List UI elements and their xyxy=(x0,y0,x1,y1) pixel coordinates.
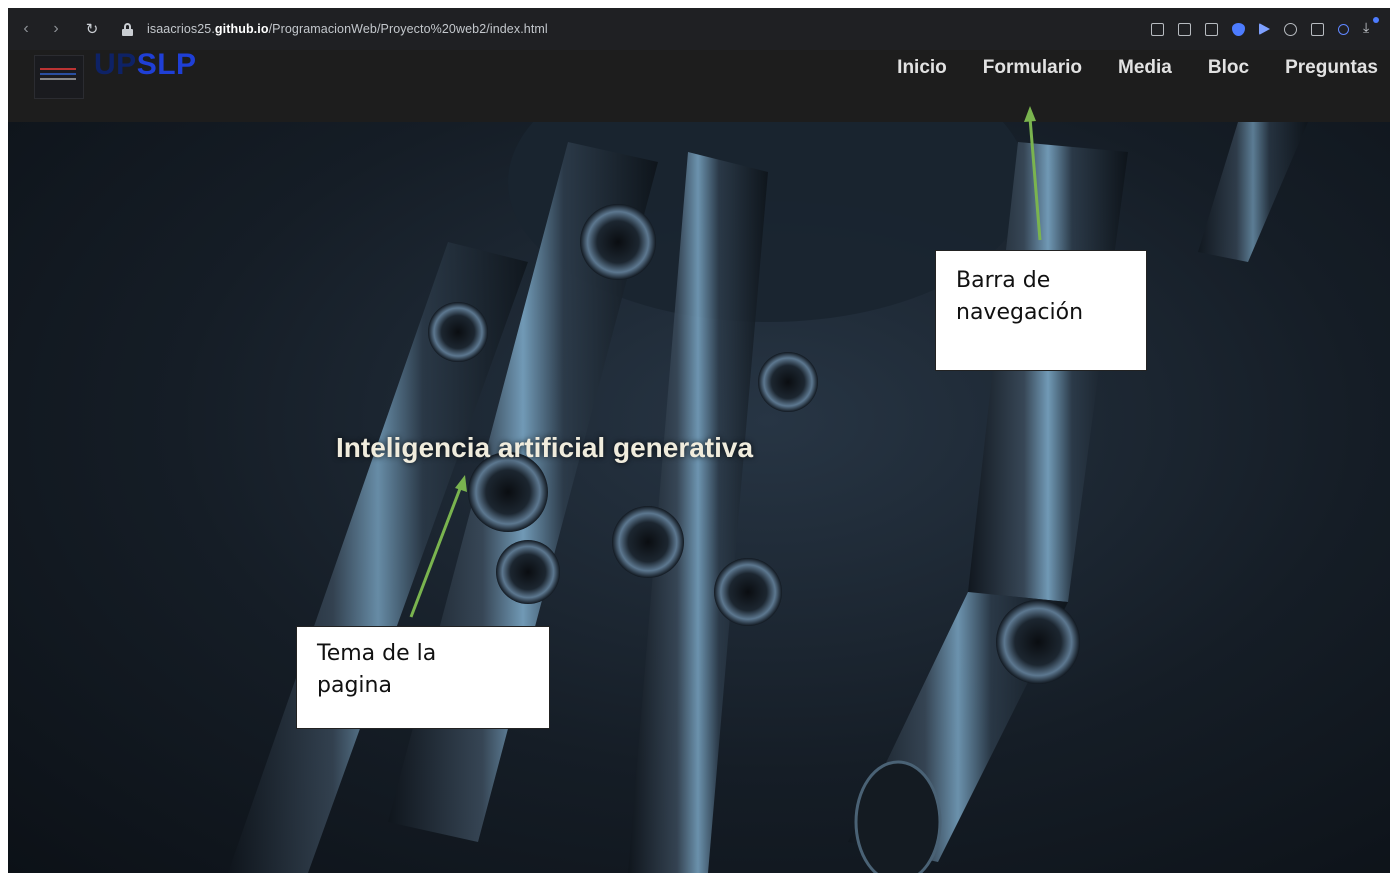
annotation-navbar-line1: Barra de xyxy=(956,268,1051,293)
brand-slp: SLP xyxy=(136,50,197,81)
heart-icon[interactable] xyxy=(1284,22,1297,36)
extension-toolbar xyxy=(1151,8,1379,50)
nav-link-preguntas[interactable]: Preguntas xyxy=(1285,57,1378,79)
university-logo[interactable] xyxy=(34,55,84,99)
address-bar[interactable]: isaacrios25.github.io/ProgramacionWeb/Pr… xyxy=(147,22,548,36)
play-icon[interactable] xyxy=(1259,23,1270,35)
site-navbar: UPSLP Inicio Formulario Media Bloc Pregu… xyxy=(8,50,1390,122)
url-path: /ProgramacionWeb/Proyecto%20web2/index.h… xyxy=(268,22,548,36)
back-icon[interactable]: ‹ xyxy=(14,20,38,38)
nav-link-bloc[interactable]: Bloc xyxy=(1208,57,1249,79)
cube-icon[interactable] xyxy=(1311,22,1324,36)
edit-icon[interactable] xyxy=(1178,22,1191,36)
web-page: UPSLP Inicio Formulario Media Bloc Pregu… xyxy=(8,50,1390,873)
annotation-topic-line2: pagina xyxy=(317,672,392,698)
reload-icon[interactable]: ↻ xyxy=(80,20,104,38)
brand-logo[interactable]: UPSLP xyxy=(94,50,197,82)
annotation-navbar-line2: navegación xyxy=(956,299,1084,325)
annotation-topic: Tema de la pagina xyxy=(296,626,550,729)
annotation-topic-line1: Tema de la xyxy=(317,641,437,666)
forward-icon[interactable]: › xyxy=(44,20,68,38)
shield-icon[interactable] xyxy=(1232,22,1245,36)
main-menu: Inicio Formulario Media Bloc Preguntas xyxy=(897,57,1378,79)
url-prefix: isaacrios25. xyxy=(147,22,215,36)
annotation-navbar: Barra de navegación xyxy=(935,250,1147,371)
camera-icon[interactable] xyxy=(1205,22,1218,36)
download-icon[interactable] xyxy=(1363,16,1379,36)
user-icon[interactable] xyxy=(1338,23,1349,35)
nav-link-inicio[interactable]: Inicio xyxy=(897,57,947,79)
reader-icon[interactable] xyxy=(1151,22,1164,36)
brand-up: UP xyxy=(94,50,137,81)
url-domain: github.io xyxy=(214,22,269,36)
robot-hand-background xyxy=(228,122,1308,873)
browser-toolbar: ‹ › ↻ isaacrios25.github.io/Programacion… xyxy=(8,8,1390,50)
nav-link-media[interactable]: Media xyxy=(1118,57,1172,79)
nav-link-formulario[interactable]: Formulario xyxy=(983,57,1082,79)
lock-icon[interactable] xyxy=(122,22,133,36)
hero-title: Inteligencia artificial generativa xyxy=(336,432,754,463)
